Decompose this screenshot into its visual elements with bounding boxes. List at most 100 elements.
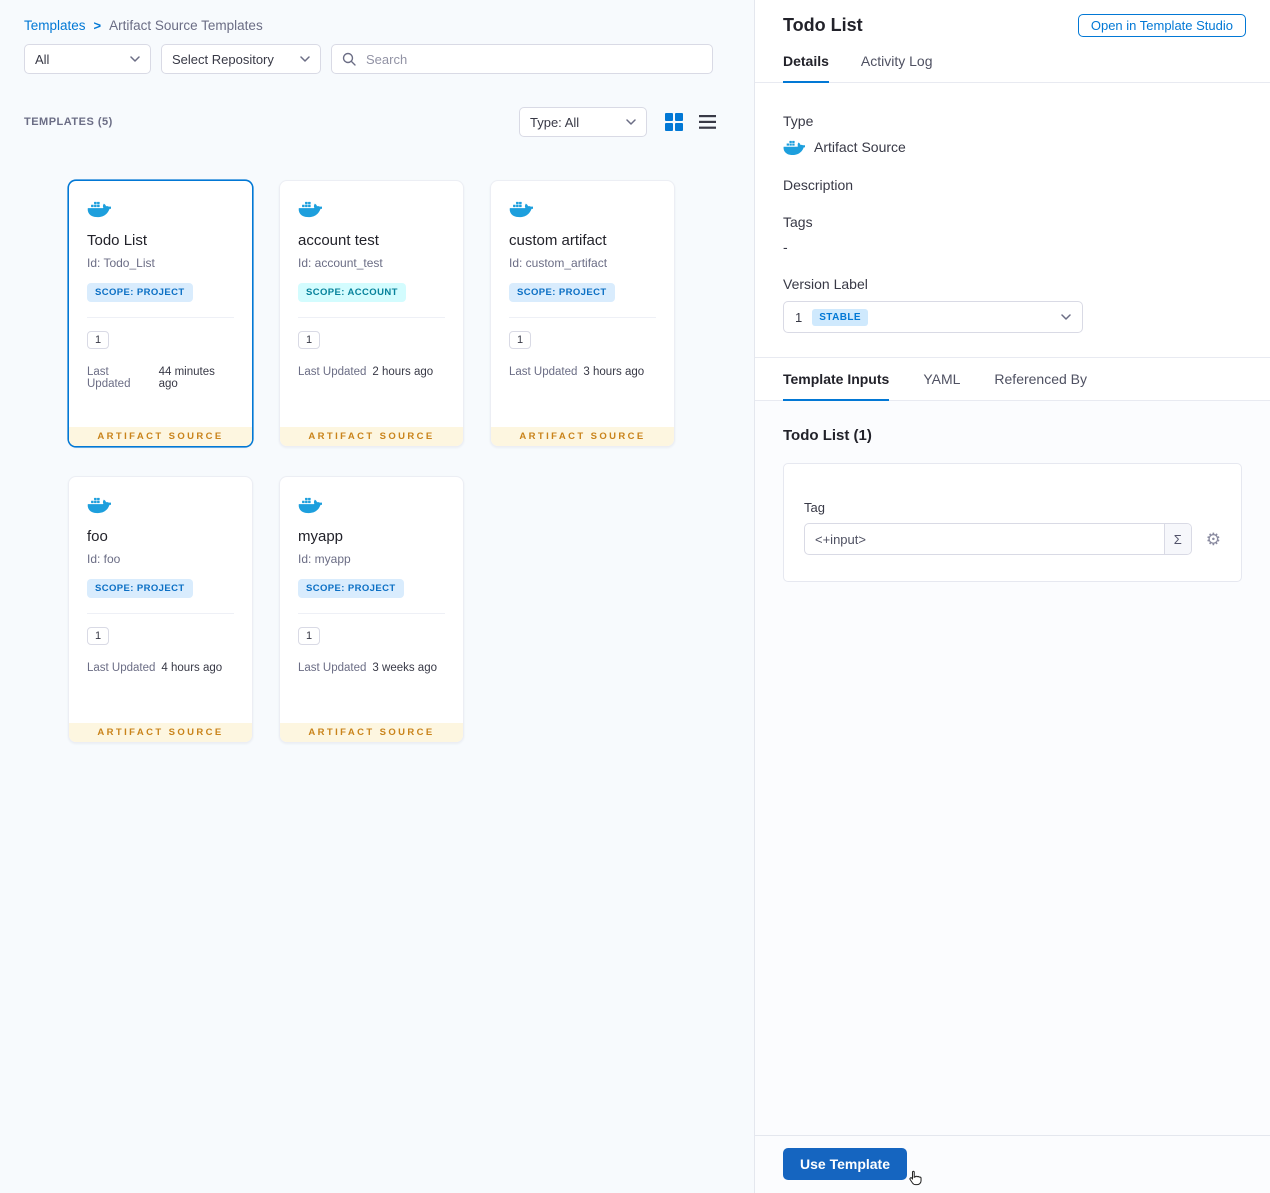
tab-template-inputs[interactable]: Template Inputs (783, 358, 890, 401)
template-id: Id: Todo_List (87, 256, 155, 270)
template-id: Id: myapp (298, 552, 351, 566)
template-card-foo[interactable]: foo Id: foo SCOPE: PROJECT 1 Last Update… (68, 476, 253, 743)
input-type-sigma-button[interactable]: Σ (1163, 524, 1191, 554)
type-value: Artifact Source (814, 139, 906, 155)
template-details-panel: Todo List Open in Template Studio Detail… (755, 0, 1270, 1193)
templates-list-pane: Templates > Artifact Source Templates Al… (0, 0, 755, 1193)
version-count-badge: 1 (298, 331, 321, 349)
template-card-custom-artifact[interactable]: custom artifact Id: custom_artifact SCOP… (490, 180, 675, 447)
template-type-footer: ARTIFACT SOURCE (491, 427, 674, 446)
search-icon (342, 52, 356, 66)
last-updated-value: 3 hours ago (583, 366, 645, 378)
template-card-account-test[interactable]: account test Id: account_test SCOPE: ACC… (279, 180, 464, 447)
template-name: Todo List (87, 232, 148, 249)
type-filter-dropdown[interactable]: Type: All (519, 107, 647, 137)
template-id: Id: account_test (298, 256, 383, 270)
template-id: Id: foo (87, 552, 121, 566)
tab-details[interactable]: Details (783, 53, 829, 83)
repository-filter-value: Select Repository (172, 51, 274, 67)
panel-title: Todo List (783, 15, 863, 35)
template-id: Id: custom_artifact (509, 256, 608, 270)
scope-badge: SCOPE: PROJECT (87, 283, 193, 302)
use-template-button[interactable]: Use Template (783, 1148, 907, 1180)
last-updated-value: 44 minutes ago (158, 366, 215, 390)
stable-badge: STABLE (812, 308, 868, 326)
version-count-badge: 1 (298, 627, 321, 645)
scope-badge: SCOPE: ACCOUNT (298, 283, 406, 302)
docker-icon (783, 140, 805, 155)
templates-count-label: TEMPLATES (5) (24, 116, 113, 128)
details-tab-bar: Details Activity Log (755, 37, 1270, 83)
last-updated-label: Last Updated (87, 366, 131, 390)
tab-yaml[interactable]: YAML (923, 358, 960, 400)
template-type-footer: ARTIFACT SOURCE (69, 427, 252, 446)
docker-icon (87, 497, 111, 514)
version-count-badge: 1 (87, 627, 110, 645)
filter-row: All Select Repository (0, 33, 754, 74)
tag-input-wrap: Σ (804, 523, 1192, 555)
inputs-section-title: Todo List (1) (783, 427, 872, 444)
description-label: Description (783, 177, 854, 193)
view-toggle (665, 113, 716, 131)
last-updated-label: Last Updated (87, 662, 156, 674)
breadcrumb-current: Artifact Source Templates (109, 18, 263, 33)
repository-filter-dropdown[interactable]: Select Repository (161, 44, 321, 74)
scope-badge: SCOPE: PROJECT (87, 579, 193, 598)
version-label: Version Label (783, 276, 868, 292)
tags-value: - (783, 239, 788, 255)
type-label: Type (783, 113, 814, 129)
last-updated-value: 3 weeks ago (372, 662, 437, 674)
chevron-down-icon (1061, 314, 1071, 320)
open-in-template-studio-button[interactable]: Open in Template Studio (1077, 14, 1246, 37)
scope-filter-dropdown[interactable]: All (24, 44, 151, 74)
template-card-todo-list[interactable]: Todo List Id: Todo_List SCOPE: PROJECT 1… (68, 180, 253, 447)
breadcrumb: Templates > Artifact Source Templates (0, 0, 754, 33)
inputs-card: Tag Σ ⚙ (783, 463, 1242, 582)
docker-icon (298, 201, 322, 218)
breadcrumb-templates-link[interactable]: Templates (24, 18, 86, 33)
divider (298, 613, 445, 614)
tag-field-label: Tag (804, 500, 825, 515)
tag-input[interactable] (805, 524, 1164, 554)
search-box (331, 44, 713, 74)
template-name: account test (298, 232, 379, 249)
tab-referenced-by[interactable]: Referenced By (994, 358, 1087, 400)
last-updated-label: Last Updated (298, 366, 367, 378)
gear-icon[interactable]: ⚙ (1206, 531, 1221, 548)
last-updated-value: 2 hours ago (372, 366, 434, 378)
template-type-footer: ARTIFACT SOURCE (280, 723, 463, 742)
scope-badge: SCOPE: PROJECT (509, 283, 615, 302)
divider (87, 613, 234, 614)
tab-activity-log[interactable]: Activity Log (861, 53, 933, 82)
last-updated-label: Last Updated (509, 366, 578, 378)
docker-icon (298, 497, 322, 514)
scope-filter-value: All (35, 51, 50, 67)
search-input[interactable] (364, 50, 702, 68)
templates-grid: Todo List Id: Todo_List SCOPE: PROJECT 1… (68, 180, 675, 743)
divider (509, 317, 656, 318)
template-card-myapp[interactable]: myapp Id: myapp SCOPE: PROJECT 1 Last Up… (279, 476, 464, 743)
template-name: custom artifact (509, 232, 607, 249)
template-name: myapp (298, 528, 344, 545)
type-filter-value: Type: All (530, 114, 580, 130)
template-inputs-section: Todo List (1) Tag Σ ⚙ (755, 401, 1270, 1135)
details-body: Type Artifact Source Description Tags - … (755, 83, 1270, 357)
template-type-footer: ARTIFACT SOURCE (280, 427, 463, 446)
panel-footer: Use Template (755, 1135, 1270, 1193)
version-value: 1 (795, 309, 803, 325)
list-view-icon[interactable] (699, 115, 716, 129)
divider (298, 317, 445, 318)
template-name: foo (87, 528, 108, 545)
grid-view-icon[interactable] (665, 113, 683, 131)
version-label-dropdown[interactable]: 1 STABLE (783, 301, 1083, 333)
version-count-badge: 1 (87, 331, 110, 349)
last-updated-label: Last Updated (298, 662, 367, 674)
chevron-down-icon (130, 56, 140, 62)
divider (87, 317, 234, 318)
docker-icon (87, 201, 111, 218)
chevron-down-icon (300, 56, 310, 62)
tags-label: Tags (783, 214, 813, 230)
breadcrumb-separator-icon: > (93, 18, 102, 33)
list-header: TEMPLATES (5) Type: All (0, 107, 754, 137)
chevron-down-icon (626, 119, 636, 125)
